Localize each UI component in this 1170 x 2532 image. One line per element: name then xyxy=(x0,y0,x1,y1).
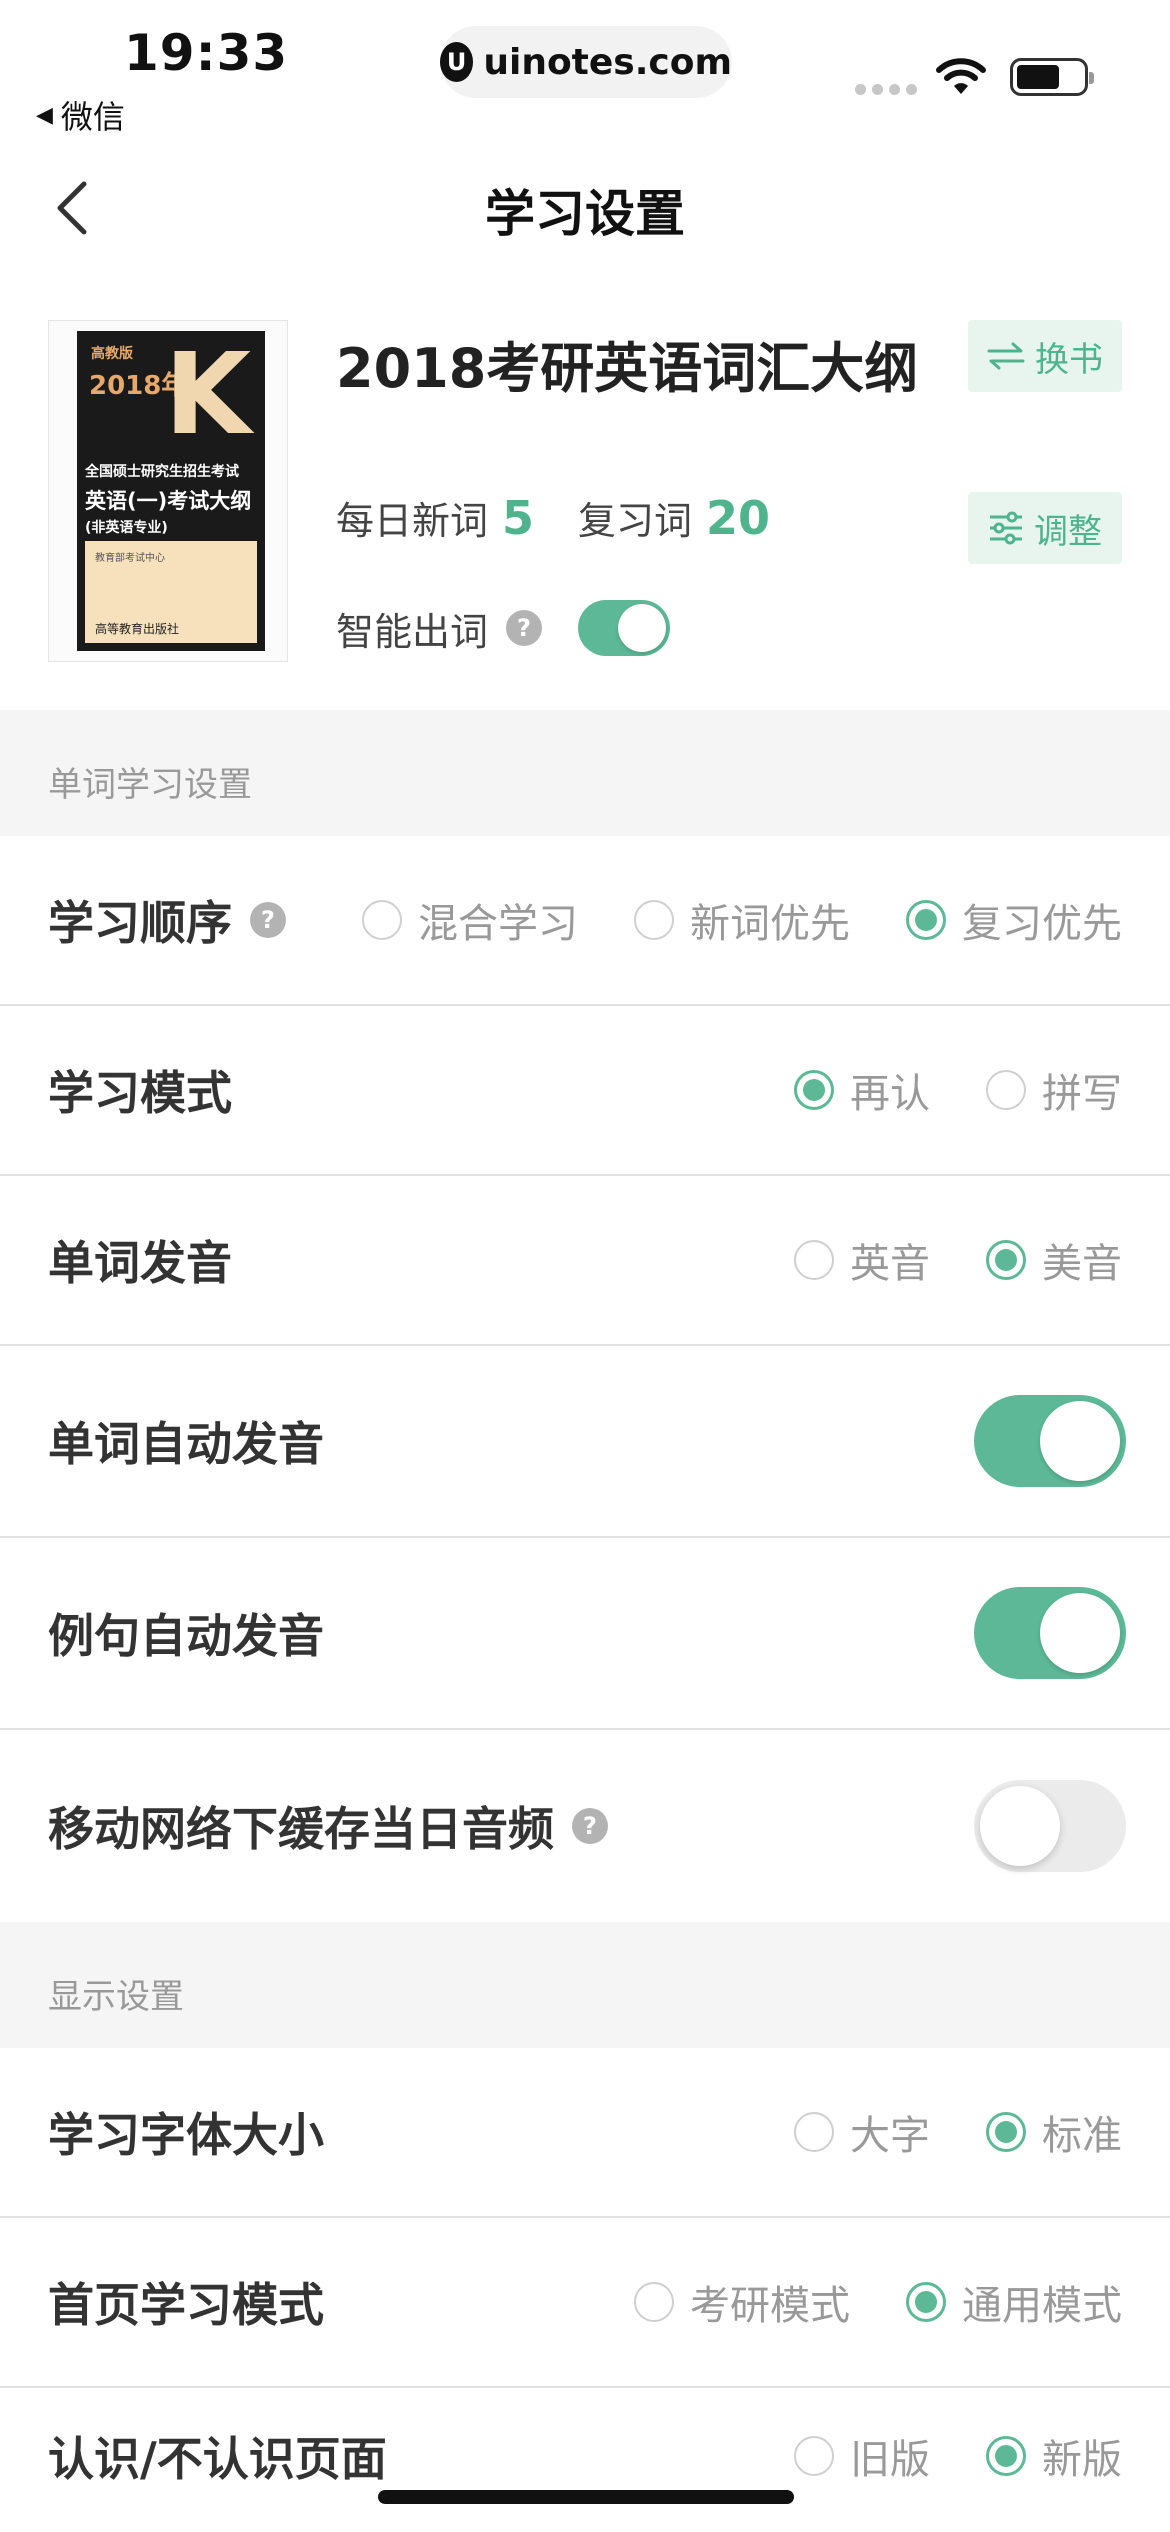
row-known-page: 认识/不认识页面 旧版 新版 xyxy=(0,2388,1170,2532)
home-indicator[interactable] xyxy=(378,2490,794,2504)
radio-label: 新词优先 xyxy=(690,901,850,947)
radio-label: 通用模式 xyxy=(962,2283,1122,2329)
cover-press: 高等教育出版社 xyxy=(95,622,180,636)
daily-new-value: 5 xyxy=(502,491,535,545)
radio-old-version[interactable]: 旧版 xyxy=(794,2427,930,2485)
review-value: 20 xyxy=(706,491,771,545)
radio-large-font[interactable]: 大字 xyxy=(794,2103,930,2161)
sliders-icon xyxy=(990,511,1022,545)
study-mode-radio-group: 再认 拼写 xyxy=(738,1061,1122,1119)
adjust-label: 调整 xyxy=(1034,511,1102,552)
book-cover-image: 高教版 2018年 K 全国硕士研究生招生考试 英语(一)考试大纲 (非英语专业… xyxy=(48,320,288,662)
pronunciation-radio-group: 英音 美音 xyxy=(738,1231,1122,1289)
cover-line1: 全国硕士研究生招生考试 xyxy=(85,464,239,480)
daily-new-label: 每日新词 xyxy=(336,499,489,543)
battery-icon xyxy=(1010,58,1094,96)
swap-book-button[interactable]: 换书 xyxy=(968,320,1122,392)
row-pronunciation: 单词发音 英音 美音 xyxy=(0,1176,1170,1346)
status-bar: 19:33 ◀ 微信 U uinotes.com xyxy=(0,0,1170,150)
radio-british[interactable]: 英音 xyxy=(794,1231,930,1289)
radio-new-first[interactable]: 新词优先 xyxy=(634,891,850,949)
smart-word-setting: 智能出词 ? xyxy=(336,600,671,656)
auto-word-audio-toggle[interactable] xyxy=(974,1395,1126,1487)
wifi-icon xyxy=(936,58,986,94)
row-font-size: 学习字体大小 大字 标准 xyxy=(0,2048,1170,2218)
radio-label: 标准 xyxy=(1042,2113,1122,2159)
study-order-radio-group: 混合学习 新词优先 复习优先 xyxy=(306,891,1122,949)
page-title: 学习设置 xyxy=(485,185,685,243)
home-mode-radio-group: 考研模式 通用模式 xyxy=(578,2273,1122,2331)
radio-review-first[interactable]: 复习优先 xyxy=(906,891,1122,949)
cover-line2: 英语(一)考试大纲 xyxy=(85,489,252,513)
radio-standard-font[interactable]: 标准 xyxy=(986,2103,1122,2161)
radio-spell[interactable]: 拼写 xyxy=(986,1061,1122,1119)
radio-new-version[interactable]: 新版 xyxy=(986,2427,1122,2485)
radio-label: 复习优先 xyxy=(962,901,1122,947)
row-label: 单词发音 xyxy=(48,1236,232,1290)
row-study-order: 学习顺序 ? 混合学习 新词优先 复习优先 xyxy=(0,836,1170,1006)
question-circle-icon[interactable]: ? xyxy=(572,1808,608,1844)
row-label: 认识/不认识页面 xyxy=(48,2432,387,2486)
radio-general-mode[interactable]: 通用模式 xyxy=(906,2273,1122,2331)
adjust-button[interactable]: 调整 xyxy=(968,492,1122,564)
radio-recognize[interactable]: 再认 xyxy=(794,1061,930,1119)
row-cache-audio: 移动网络下缓存当日音频 ? xyxy=(0,1730,1170,1922)
radio-label: 新版 xyxy=(1042,2437,1122,2483)
row-study-mode: 学习模式 再认 拼写 xyxy=(0,1006,1170,1176)
smart-word-toggle[interactable] xyxy=(578,600,671,656)
url-pill[interactable]: U uinotes.com xyxy=(440,26,732,98)
row-auto-sentence-audio: 例句自动发音 xyxy=(0,1538,1170,1730)
section-header-display: 显示设置 xyxy=(0,1922,1170,2048)
radio-american[interactable]: 美音 xyxy=(986,1231,1122,1289)
row-auto-word-audio: 单词自动发音 xyxy=(0,1346,1170,1538)
row-label: 单词自动发音 xyxy=(48,1417,324,1471)
cellular-signal-icon xyxy=(855,84,917,95)
question-circle-icon[interactable]: ? xyxy=(250,902,286,938)
radio-label: 美音 xyxy=(1042,1241,1122,1287)
book-card: 高教版 2018年 K 全国硕士研究生招生考试 英语(一)考试大纲 (非英语专业… xyxy=(0,300,1170,710)
cover-publisher: 教育部考试中心 xyxy=(95,553,165,564)
section-title: 单词学习设置 xyxy=(48,765,252,805)
site-logo-icon: U xyxy=(440,42,474,82)
section-title: 显示设置 xyxy=(48,1977,184,2017)
status-time: 19:33 xyxy=(124,24,289,82)
section-header-word-learning: 单词学习设置 xyxy=(0,710,1170,836)
known-page-radio-group: 旧版 新版 xyxy=(738,2427,1122,2485)
row-label: 例句自动发音 xyxy=(48,1609,324,1663)
back-triangle-icon: ◀ xyxy=(36,102,53,128)
question-circle-icon[interactable]: ? xyxy=(506,610,543,646)
row-home-mode: 首页学习模式 考研模式 通用模式 xyxy=(0,2218,1170,2388)
font-size-radio-group: 大字 标准 xyxy=(738,2103,1122,2161)
swap-book-label: 换书 xyxy=(1035,339,1103,380)
cover-line3: (非英语专业) xyxy=(85,520,168,536)
cover-letter: K xyxy=(164,330,251,460)
radio-exam-mode[interactable]: 考研模式 xyxy=(634,2273,850,2331)
url-text: uinotes.com xyxy=(483,41,732,83)
book-title: 2018考研英语词汇大纲 xyxy=(336,337,919,400)
row-label: 学习模式 xyxy=(48,1066,232,1120)
radio-label: 拼写 xyxy=(1042,1071,1122,1117)
radio-label: 旧版 xyxy=(850,2437,930,2483)
row-label: 移动网络下缓存当日音频 xyxy=(48,1802,554,1856)
auto-sentence-audio-toggle[interactable] xyxy=(974,1587,1126,1679)
radio-label: 英音 xyxy=(850,1241,930,1287)
cover-edition: 高教版 xyxy=(91,346,133,362)
back-app-label: 微信 xyxy=(60,98,125,136)
swap-arrows-icon xyxy=(987,342,1025,370)
smart-word-label: 智能出词 xyxy=(336,609,489,654)
row-label: 学习字体大小 xyxy=(48,2108,324,2162)
radio-label: 再认 xyxy=(850,1071,930,1117)
nav-bar: 学习设置 xyxy=(0,150,1170,260)
radio-label: 考研模式 xyxy=(690,2283,850,2329)
cache-audio-toggle[interactable] xyxy=(974,1780,1126,1872)
back-to-app-link[interactable]: ◀ 微信 xyxy=(36,92,125,138)
radio-label: 大字 xyxy=(850,2113,930,2159)
review-label: 复习词 xyxy=(578,499,693,543)
daily-stats: 每日新词 5 复习词 20 xyxy=(336,490,770,545)
radio-label: 混合学习 xyxy=(418,901,578,947)
radio-mixed[interactable]: 混合学习 xyxy=(362,891,578,949)
row-label: 学习顺序 xyxy=(48,896,232,950)
row-label: 首页学习模式 xyxy=(48,2278,324,2332)
